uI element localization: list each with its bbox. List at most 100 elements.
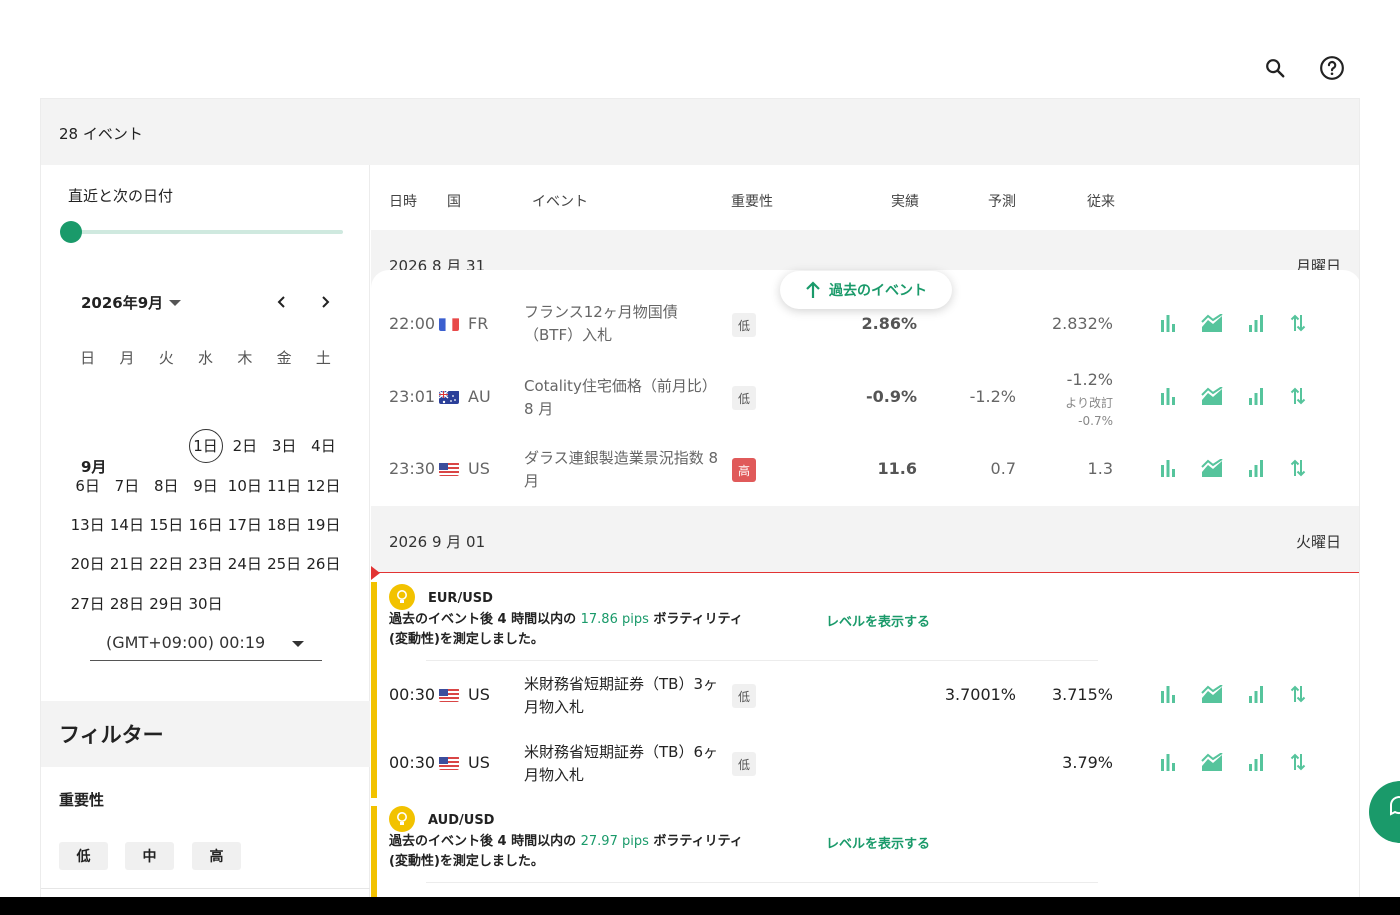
date-range-slider[interactable] bbox=[71, 230, 343, 234]
past-events-button[interactable]: 過去のイベント bbox=[780, 271, 952, 309]
calendar-day[interactable]: 27日 bbox=[68, 593, 107, 614]
divider bbox=[426, 882, 1098, 883]
timezone-select[interactable]: (GMT+09:00) 00:19 bbox=[90, 629, 322, 661]
calendar-day[interactable]: 30日 bbox=[186, 593, 225, 614]
calendar-day[interactable]: 14日 bbox=[107, 514, 146, 535]
calendar-day[interactable]: 16日 bbox=[186, 514, 225, 535]
up-down-arrows-icon[interactable] bbox=[1289, 685, 1307, 703]
calendar-day[interactable]: 13日 bbox=[68, 514, 107, 535]
table-row[interactable]: 23:01 AU Cotality住宅価格（前月比） 8 月 低 -0.9% -… bbox=[371, 362, 1359, 434]
area-chart-icon[interactable] bbox=[1201, 387, 1223, 405]
calendar-day[interactable]: 28日 bbox=[107, 593, 146, 614]
area-chart-icon[interactable] bbox=[1201, 459, 1223, 477]
chat-button[interactable] bbox=[1369, 781, 1400, 843]
table-row[interactable]: 00:30 US 米財務省短期証券（TB）3ヶ月物入札 低 3.7001% 3.… bbox=[371, 661, 1359, 733]
calendar-day[interactable]: 3日 bbox=[264, 435, 303, 456]
search-icon[interactable] bbox=[1261, 54, 1289, 82]
calendar-day[interactable]: 10日 bbox=[225, 475, 264, 496]
area-chart-icon[interactable] bbox=[1201, 314, 1223, 332]
bar-chart-icon[interactable] bbox=[1159, 459, 1177, 477]
up-down-arrows-icon[interactable] bbox=[1289, 387, 1307, 405]
event-name[interactable]: フランス12ヶ月物国債（BTF）入札 bbox=[524, 301, 719, 347]
chevron-left-icon[interactable] bbox=[271, 291, 293, 313]
caret-down-icon bbox=[292, 641, 304, 647]
calendar-day[interactable]: 17日 bbox=[225, 514, 264, 535]
column-header-previous: 従来 bbox=[1087, 194, 1115, 210]
show-levels-link[interactable]: レベルを表示する bbox=[826, 833, 930, 852]
calendar-day[interactable]: 21日 bbox=[107, 553, 146, 574]
table-row[interactable]: 00:30 US 米財務省短期証券（TB）6ヶ月物入札 低 3.79% bbox=[371, 729, 1359, 801]
row-actions bbox=[1159, 459, 1307, 477]
calendar-day[interactable]: 15日 bbox=[147, 514, 186, 535]
month-section-row bbox=[68, 377, 343, 426]
area-chart-icon[interactable] bbox=[1201, 685, 1223, 703]
calendar-day[interactable]: 20日 bbox=[68, 553, 107, 574]
calendar-day[interactable]: 9日 bbox=[186, 475, 225, 496]
calendar-day[interactable]: 22日 bbox=[147, 553, 186, 574]
ascending-bars-icon[interactable] bbox=[1247, 753, 1265, 771]
lightbulb-icon bbox=[389, 584, 415, 610]
up-down-arrows-icon[interactable] bbox=[1289, 753, 1307, 771]
flag-us-icon bbox=[439, 462, 459, 476]
month-dropdown[interactable]: 2026年9月 bbox=[81, 292, 182, 313]
ascending-bars-icon[interactable] bbox=[1247, 459, 1265, 477]
calendar-day[interactable]: 4日 bbox=[304, 435, 343, 456]
arrow-up-icon bbox=[806, 281, 820, 298]
ascending-bars-icon[interactable] bbox=[1247, 314, 1265, 332]
up-down-arrows-icon[interactable] bbox=[1289, 459, 1307, 477]
ascending-bars-icon[interactable] bbox=[1247, 387, 1265, 405]
bar-chart-icon[interactable] bbox=[1159, 685, 1177, 703]
column-header-event: イベント bbox=[532, 194, 588, 210]
show-levels-link[interactable]: レベルを表示する bbox=[826, 611, 930, 630]
importance-filter-high[interactable]: 高 bbox=[192, 842, 241, 870]
calendar-day[interactable]: 19日 bbox=[304, 514, 343, 535]
bar-chart-icon[interactable] bbox=[1159, 753, 1177, 771]
current-time-marker bbox=[371, 566, 380, 580]
table-row[interactable]: 23:30 US ダラス連銀製造業景況指数 8 月 高 11.6 0.7 1.3 bbox=[371, 434, 1359, 506]
calendar-day[interactable]: 24日 bbox=[225, 553, 264, 574]
weekday-label: 日 bbox=[80, 349, 96, 368]
group-date: 2026 9 月 01 bbox=[389, 533, 486, 551]
week-row: 27日 28日 29日 30日 bbox=[68, 583, 343, 622]
currency-pair: AUD/USD bbox=[428, 813, 495, 828]
calendar-day-selected[interactable]: 1日 bbox=[186, 428, 225, 463]
column-header-time: 日時 bbox=[389, 194, 417, 210]
actual-value: -0.9% bbox=[865, 387, 917, 406]
calendar-day[interactable]: 18日 bbox=[264, 514, 303, 535]
bar-chart-icon[interactable] bbox=[1159, 387, 1177, 405]
up-down-arrows-icon[interactable] bbox=[1289, 314, 1307, 332]
country-code: US bbox=[468, 459, 490, 478]
forecast-value: 3.7001% bbox=[944, 685, 1016, 704]
calendar-day[interactable]: 11日 bbox=[264, 475, 303, 496]
calendar-day[interactable]: 2日 bbox=[225, 435, 264, 456]
column-header-country: 国 bbox=[447, 194, 461, 210]
calendar-day[interactable]: 29日 bbox=[147, 593, 186, 614]
event-name[interactable]: Cotality住宅価格（前月比） 8 月 bbox=[524, 375, 719, 421]
chevron-right-icon[interactable] bbox=[314, 291, 336, 313]
bar-chart-icon[interactable] bbox=[1159, 314, 1177, 332]
event-name[interactable]: 米財務省短期証券（TB）6ヶ月物入札 bbox=[524, 741, 719, 787]
caret-down-icon bbox=[169, 299, 182, 306]
calendar-day[interactable]: 8日 bbox=[147, 475, 186, 496]
calendar-day[interactable]: 7日 bbox=[107, 475, 146, 496]
previous-value: 1.3 bbox=[1087, 459, 1113, 478]
importance-filter-medium[interactable]: 中 bbox=[125, 842, 174, 870]
help-icon[interactable] bbox=[1318, 54, 1346, 82]
date-range-slider-handle[interactable] bbox=[60, 221, 82, 243]
area-chart-icon[interactable] bbox=[1201, 753, 1223, 771]
importance-filter-low[interactable]: 低 bbox=[59, 842, 108, 870]
event-time: 22:00 bbox=[389, 314, 436, 333]
event-name[interactable]: 米財務省短期証券（TB）3ヶ月物入札 bbox=[524, 673, 719, 719]
calendar-day[interactable]: 6日 bbox=[68, 475, 107, 496]
date-range-title: 直近と次の日付 bbox=[68, 187, 174, 205]
calendar-day[interactable]: 12日 bbox=[304, 475, 343, 496]
event-name[interactable]: ダラス連銀製造業景況指数 8 月 bbox=[524, 447, 719, 493]
previous-value: -1.2% bbox=[1066, 370, 1113, 389]
calendar-day[interactable]: 23日 bbox=[186, 553, 225, 574]
country-code: AU bbox=[468, 387, 491, 406]
calendar-day[interactable]: 25日 bbox=[264, 553, 303, 574]
event-time: 00:30 bbox=[389, 685, 436, 704]
ascending-bars-icon[interactable] bbox=[1247, 685, 1265, 703]
calendar-day[interactable]: 26日 bbox=[304, 553, 343, 574]
divider bbox=[41, 888, 370, 889]
